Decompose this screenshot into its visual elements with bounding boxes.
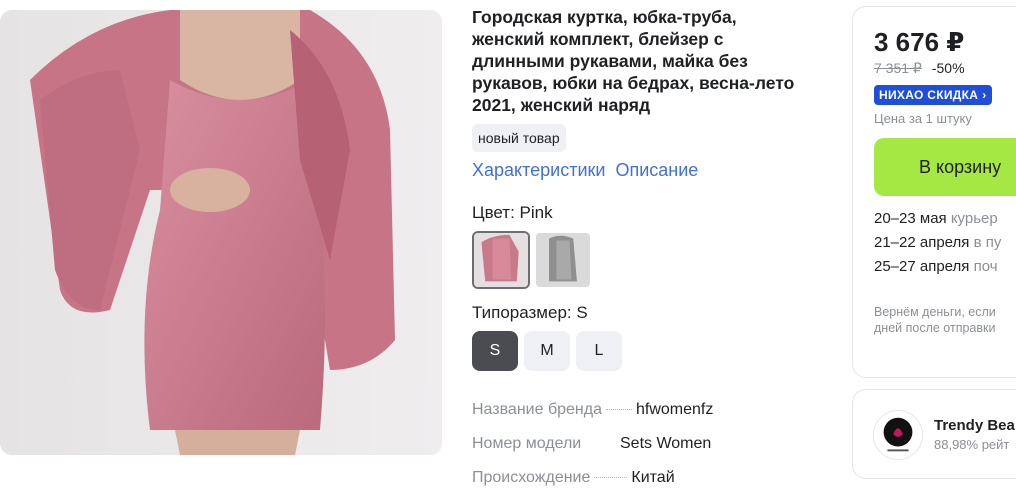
spec-value: hfwomenfz bbox=[635, 401, 714, 418]
spec-value: Китай bbox=[631, 469, 675, 486]
delivery-option[interactable]: 21–22 апреля в пу bbox=[874, 234, 1016, 258]
delivery-options: 20–23 мая курьер 21–22 апреля в пу 25–27… bbox=[874, 210, 1016, 282]
refund-line: дней после отправки bbox=[874, 321, 996, 335]
seller-card[interactable]: Trendy Bea 88,98% рейт bbox=[852, 389, 1016, 479]
product-title: Городская куртка, юбка-труба, женский ко… bbox=[472, 7, 795, 115]
new-item-badge: новый товар bbox=[472, 124, 566, 152]
delivery-dates: 21–22 апреля bbox=[874, 234, 970, 251]
color-swatch-pink[interactable] bbox=[472, 231, 530, 289]
size-option-s[interactable]: S bbox=[472, 331, 518, 371]
add-to-cart-button[interactable]: В корзину bbox=[874, 138, 1016, 196]
spec-row: Название бренда hfwomenfz bbox=[472, 401, 832, 435]
spec-key: Происхождение bbox=[472, 469, 591, 486]
spec-value: Sets Women bbox=[620, 435, 712, 452]
buy-card: 3 676 ₽ 7 351 ₽ -50% НИХАО СКИДКА › Цена… bbox=[852, 6, 1016, 378]
promo-label: НИХАО СКИДКА bbox=[879, 88, 979, 102]
spec-row: Происхождение Китай bbox=[472, 469, 832, 497]
size-label: Типоразмер: S bbox=[472, 303, 588, 322]
promo-discount-button[interactable]: НИХАО СКИДКА › bbox=[874, 85, 992, 105]
tab-description[interactable]: Описание bbox=[615, 160, 698, 181]
delivery-option[interactable]: 20–23 мая курьер bbox=[874, 210, 1016, 234]
size-option-m[interactable]: M bbox=[524, 331, 570, 371]
tab-characteristics[interactable]: Характеристики bbox=[472, 160, 605, 181]
old-price-row: 7 351 ₽ -50% bbox=[874, 60, 1016, 77]
seller-rating: 88,98% рейт bbox=[934, 437, 1010, 452]
current-price: 3 676 ₽ bbox=[874, 27, 965, 57]
delivery-dates: 25–27 апреля bbox=[874, 258, 970, 275]
product-info: Городская куртка, юбка-труба, женский ко… bbox=[472, 6, 832, 497]
spec-key: Название бренда bbox=[472, 401, 602, 418]
spec-leader bbox=[594, 477, 628, 478]
seller-name[interactable]: Trendy Bea bbox=[934, 417, 1015, 434]
delivery-method: в пу bbox=[973, 234, 1002, 251]
refund-line: Вернём деньги, если bbox=[874, 305, 996, 319]
delivery-dates: 20–23 мая bbox=[874, 210, 947, 227]
spec-row: Номер модели Sets Women bbox=[472, 435, 832, 469]
product-photo-illustration bbox=[0, 10, 442, 455]
product-main-image[interactable] bbox=[0, 10, 442, 455]
delivery-method: курьер bbox=[950, 210, 998, 227]
discount-percent: -50% bbox=[931, 60, 965, 76]
grey-outfit-thumbnail bbox=[536, 233, 590, 287]
info-tabs: Характеристики Описание bbox=[472, 160, 832, 181]
color-label: Цвет: Pink bbox=[472, 203, 553, 222]
spec-leader bbox=[605, 409, 632, 410]
color-swatch-grey[interactable] bbox=[534, 231, 592, 289]
unit-price-note: Цена за 1 штуку bbox=[874, 111, 972, 126]
delivery-method: поч bbox=[973, 258, 998, 275]
specs-list: Название бренда hfwomenfz Номер модели S… bbox=[472, 401, 832, 497]
seller-logo bbox=[873, 410, 923, 460]
spec-key: Номер модели bbox=[472, 435, 582, 452]
old-price: 7 351 ₽ bbox=[874, 60, 922, 76]
refund-note: Вернём деньги, если дней после отправки bbox=[874, 304, 1016, 336]
pink-outfit-thumbnail bbox=[474, 233, 528, 287]
color-swatches bbox=[472, 231, 832, 289]
size-option-l[interactable]: L bbox=[576, 331, 622, 371]
delivery-option[interactable]: 25–27 апреля поч bbox=[874, 258, 1016, 282]
chevron-right-icon: › bbox=[982, 88, 987, 102]
size-options: S M L bbox=[472, 331, 832, 371]
seller-logo-image bbox=[874, 411, 922, 459]
